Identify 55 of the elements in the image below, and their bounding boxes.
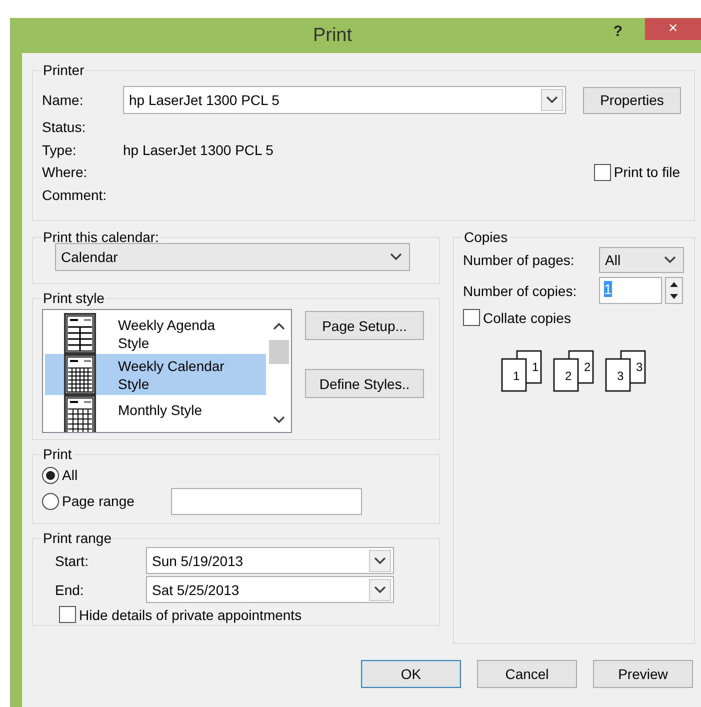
list-item[interactable]: Weekly Calendar Style	[45, 354, 266, 395]
window-title: Print	[312, 24, 354, 46]
field-label: Name:	[42, 92, 84, 108]
field-label: Number of copies:	[463, 282, 578, 298]
chevron-down-icon	[546, 96, 558, 104]
group-title: Printer	[42, 62, 86, 78]
field-label: Type:	[42, 142, 78, 158]
style-button[interactable]: Define Styles..	[305, 369, 424, 398]
dialog-button[interactable]: Preview	[593, 660, 693, 688]
checkbox[interactable]	[59, 606, 76, 623]
dialog-button[interactable]: OK	[361, 660, 461, 688]
checkbox-label[interactable]: Print to file	[614, 164, 680, 180]
chevron-down-icon	[374, 556, 386, 564]
group-title: Print range	[42, 530, 112, 546]
radio-button[interactable]	[42, 492, 59, 510]
dialog-button[interactable]: Cancel	[477, 660, 577, 688]
calendar-page-icon	[64, 354, 98, 396]
close-button[interactable]: ×	[645, 18, 701, 40]
spin-buttons[interactable]	[665, 277, 683, 304]
field-label: Comment:	[42, 186, 108, 203]
start-date-dropdown[interactable]: Sun 5/19/2013	[146, 547, 394, 574]
field-label: Status:	[42, 119, 87, 136]
group-title: Print style	[42, 290, 106, 306]
page-range-field[interactable]	[171, 488, 362, 514]
scroll-down-icon[interactable]	[272, 416, 284, 424]
field-label: Number of pages:	[463, 252, 576, 268]
scroll-up-icon[interactable]	[272, 322, 284, 330]
checkbox[interactable]	[594, 164, 611, 181]
radio-label[interactable]: All	[62, 467, 78, 483]
calendar-dropdown[interactable]: Calendar	[55, 243, 410, 271]
chevron-down-icon	[664, 256, 676, 264]
scrollbar-thumb[interactable]	[268, 340, 288, 364]
radio-button[interactable]	[42, 466, 59, 484]
style-button[interactable]: Page Setup...	[305, 311, 424, 340]
group-title: Print this calendar:	[42, 229, 160, 245]
group-title: Copies	[463, 229, 509, 245]
checkbox[interactable]	[463, 309, 480, 326]
field-label: Start:	[54, 552, 90, 568]
checkbox-label[interactable]: Hide details of private appointments	[79, 606, 302, 622]
list-item[interactable]: Monthly Style	[45, 395, 266, 432]
field-label: Where:	[42, 164, 88, 180]
radio-label[interactable]: Page range	[62, 493, 158, 509]
chevron-down-icon	[374, 586, 386, 594]
help-button[interactable]: ?	[603, 23, 633, 40]
printer-name-dropdown[interactable]: hp LaserJet 1300 PCL 5	[123, 86, 566, 114]
field-label: End:	[54, 582, 85, 598]
group-title: Print	[42, 446, 73, 462]
end-date-dropdown[interactable]: Sat 5/25/2013	[146, 576, 394, 603]
list-item[interactable]: Weekly Agenda Style	[45, 313, 266, 354]
chevron-down-icon	[390, 253, 402, 261]
properties-button[interactable]: Properties	[583, 86, 681, 114]
checkbox-label[interactable]: Collate copies	[483, 310, 571, 326]
pages-dropdown[interactable]: All	[599, 247, 684, 273]
field-value: hp LaserJet 1300 PCL 5	[123, 142, 274, 158]
calendar-page-icon	[64, 312, 98, 354]
